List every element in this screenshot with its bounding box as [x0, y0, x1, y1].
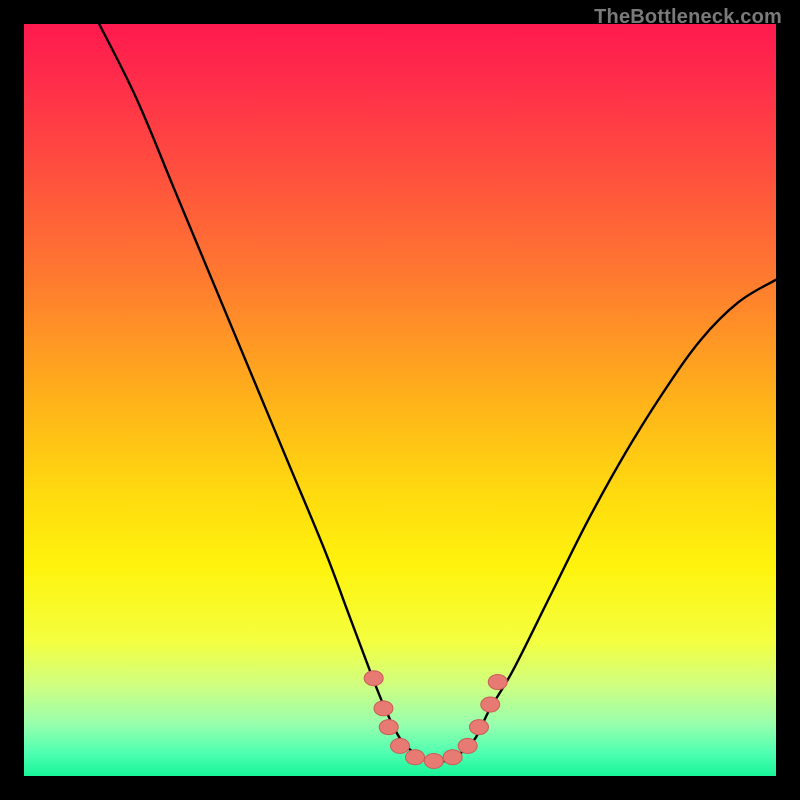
curve-marker	[391, 738, 410, 753]
curve-marker	[374, 701, 393, 716]
curve-marker	[406, 750, 425, 765]
curve-marker	[469, 720, 488, 735]
watermark-text: TheBottleneck.com	[594, 6, 782, 29]
chart-frame: TheBottleneck.com	[0, 0, 800, 800]
curve-marker	[481, 697, 500, 712]
bottleneck-chart	[24, 24, 776, 776]
curve-marker	[379, 720, 398, 735]
curve-marker	[364, 671, 383, 686]
curve-marker	[488, 675, 507, 690]
curve-marker	[458, 738, 477, 753]
curve-marker	[443, 750, 462, 765]
plot-area	[24, 24, 776, 776]
gradient-background	[24, 24, 776, 776]
curve-marker	[424, 753, 443, 768]
